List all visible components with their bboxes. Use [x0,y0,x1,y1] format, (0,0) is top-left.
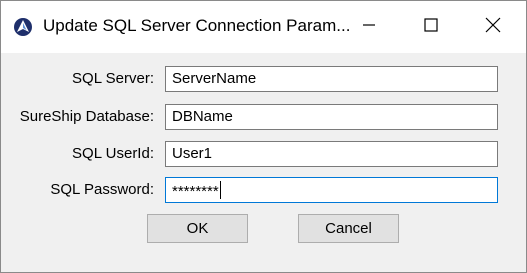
password-label: SQL Password: [50,181,154,198]
userid-input[interactable]: User1 [165,141,498,167]
sql-server-input[interactable]: ServerName [165,66,498,92]
title-bar[interactable]: Update SQL Server Connection Param... [1,1,526,53]
maximize-button[interactable] [400,1,462,53]
window-title: Update SQL Server Connection Param... [43,16,351,35]
database-label: SureShip Database: [19,108,154,125]
ok-button[interactable]: OK [147,214,248,243]
close-icon [485,17,501,38]
password-input[interactable]: ******** [165,177,498,203]
maximize-icon [424,17,438,37]
cancel-button[interactable]: Cancel [298,214,399,243]
minimize-button[interactable] [338,1,400,53]
minimize-icon [362,18,376,37]
text-caret [219,181,221,199]
userid-label: SQL UserId: [72,145,154,162]
dialog-body: SQL Server: ServerName SureShip Database… [1,53,526,272]
database-input[interactable]: DBName [165,104,498,130]
close-button[interactable] [462,1,524,53]
sql-server-label: SQL Server: [72,70,154,87]
password-value: ******** [172,183,219,200]
dialog-window: Update SQL Server Connection Param... SQ… [0,0,527,273]
sureship-logo-icon [13,17,33,37]
